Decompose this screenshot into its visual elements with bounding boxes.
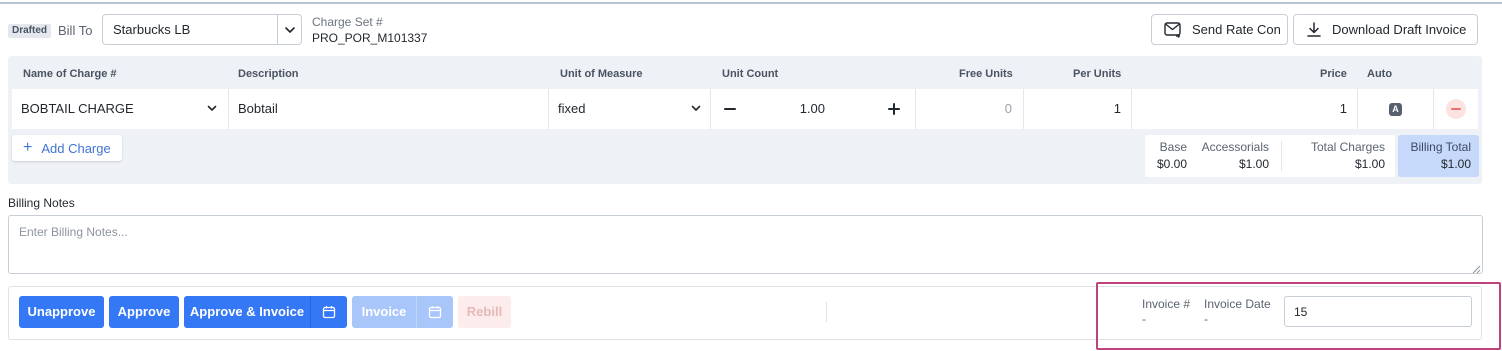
invoice-date-label: Invoice Date bbox=[1204, 297, 1271, 311]
chevron-down-icon[interactable] bbox=[205, 101, 219, 118]
description-input[interactable]: Bobtail bbox=[238, 89, 278, 129]
column-header-description: Description bbox=[238, 68, 299, 80]
invoice-number-value: - bbox=[1142, 312, 1146, 326]
resize-grip-icon[interactable] bbox=[1471, 262, 1481, 274]
column-header-per-units: Per Units bbox=[1073, 68, 1122, 80]
status-badge: Drafted bbox=[8, 24, 52, 38]
unit-count-input[interactable]: 1.00 bbox=[760, 89, 825, 129]
plus-icon: + bbox=[23, 139, 33, 156]
column-header-auto: Auto bbox=[1367, 68, 1393, 80]
cell-divider bbox=[915, 89, 916, 129]
invoice-number-label: Invoice # bbox=[1142, 297, 1191, 311]
accessorials-label: Accessorials bbox=[1201, 140, 1269, 154]
billing-notes-label: Billing Notes bbox=[8, 196, 75, 210]
billing-total-value: $1.00 bbox=[1440, 157, 1471, 171]
footer-divider bbox=[826, 302, 827, 322]
charge-set-value: PRO_POR_M101337 bbox=[312, 31, 428, 45]
charge-set-label: Charge Set # bbox=[312, 15, 383, 29]
cell-divider bbox=[548, 89, 549, 129]
bill-to-value: Starbucks LB bbox=[113, 22, 191, 37]
cell-divider bbox=[1023, 89, 1024, 129]
per-units-input[interactable]: 1 bbox=[1028, 89, 1121, 129]
select-separator bbox=[277, 15, 278, 44]
chevron-down-icon[interactable] bbox=[280, 21, 300, 39]
price-input[interactable]: 1 bbox=[1136, 89, 1347, 129]
bill-to-select[interactable]: Starbucks LB bbox=[102, 14, 302, 45]
cell-divider bbox=[1357, 89, 1358, 129]
approve-button[interactable]: Approve bbox=[109, 296, 179, 328]
plus-icon[interactable] bbox=[887, 102, 901, 119]
send-rate-con-label: Send Rate Con bbox=[1192, 22, 1281, 37]
column-header-name: Name of Charge # bbox=[23, 68, 117, 80]
cell-divider bbox=[228, 89, 229, 129]
remove-charge-icon[interactable] bbox=[1446, 99, 1466, 119]
base-label: Base bbox=[1159, 140, 1187, 154]
billing-total-label: Billing Total bbox=[1410, 140, 1471, 154]
billing-notes-input[interactable] bbox=[8, 215, 1483, 274]
rebill-button[interactable]: Rebill bbox=[458, 296, 511, 328]
add-charge-button[interactable]: + Add Charge bbox=[12, 135, 122, 161]
cell-divider bbox=[1433, 89, 1434, 129]
column-header-free-units: Free Units bbox=[959, 68, 1013, 80]
download-draft-invoice-label: Download Draft Invoice bbox=[1332, 22, 1467, 37]
top-divider bbox=[0, 2, 1502, 4]
totals-divider bbox=[1281, 141, 1282, 171]
download-icon bbox=[1307, 21, 1321, 37]
cell-divider bbox=[1131, 89, 1132, 129]
calendar-icon[interactable] bbox=[310, 296, 347, 328]
cell-divider bbox=[710, 89, 711, 129]
download-draft-invoice-button[interactable]: Download Draft Invoice bbox=[1293, 14, 1478, 45]
column-header-unit-of-measure: Unit of Measure bbox=[560, 68, 643, 80]
chevron-down-icon[interactable] bbox=[689, 101, 703, 118]
minus-icon[interactable] bbox=[723, 102, 737, 119]
invoice-date-value: - bbox=[1204, 312, 1208, 326]
column-header-price: Price bbox=[1320, 68, 1347, 80]
free-units-input[interactable]: 0 bbox=[920, 89, 1012, 129]
auto-badge: A bbox=[1389, 103, 1402, 116]
unit-of-measure-select[interactable]: fixed bbox=[558, 89, 585, 129]
calendar-icon[interactable] bbox=[416, 296, 453, 328]
invoice-date-input[interactable] bbox=[1284, 296, 1472, 327]
send-rate-con-button[interactable]: Send Rate Con bbox=[1151, 14, 1288, 45]
envelope-send-icon bbox=[1164, 21, 1181, 38]
unapprove-button[interactable]: Unapprove bbox=[19, 296, 104, 328]
charge-name-select[interactable]: BOBTAIL CHARGE bbox=[21, 89, 134, 129]
accessorials-value: $1.00 bbox=[1238, 157, 1269, 171]
approve-and-invoice-button[interactable]: Approve & Invoice bbox=[184, 296, 310, 328]
total-charges-label: Total Charges bbox=[1310, 140, 1385, 154]
add-charge-label: Add Charge bbox=[41, 140, 111, 156]
total-charges-value: $1.00 bbox=[1354, 157, 1385, 171]
base-value: $0.00 bbox=[1156, 157, 1187, 171]
invoice-button[interactable]: Invoice bbox=[352, 296, 416, 328]
bill-to-label: Bill To bbox=[58, 23, 93, 38]
column-header-unit-count: Unit Count bbox=[722, 68, 779, 80]
